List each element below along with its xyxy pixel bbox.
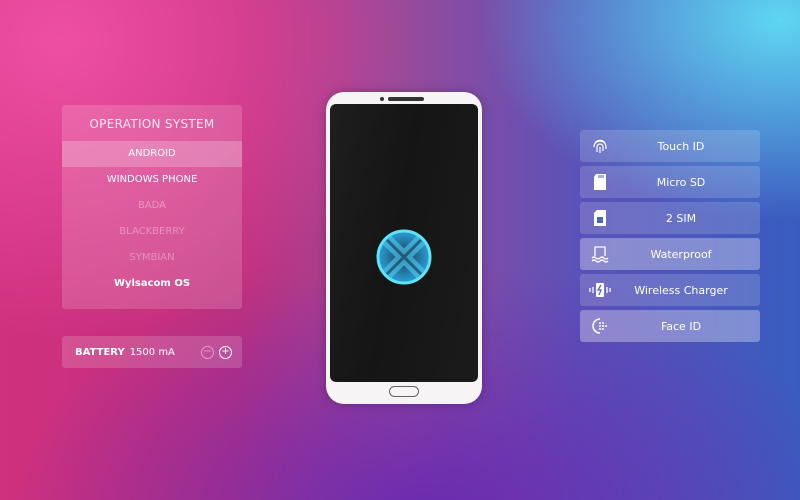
feature-2-sim[interactable]: 2 SIM	[580, 202, 760, 234]
fingerprint-icon	[593, 139, 607, 153]
front-camera	[380, 97, 384, 101]
os-option-blackberry[interactable]: BLACKBERRY	[62, 219, 242, 245]
feature-label: Waterproof	[650, 247, 712, 261]
feature-label: Wireless Charger	[634, 283, 728, 297]
os-option-bada[interactable]: BADA	[62, 193, 242, 219]
battery-label: BATTERY	[75, 346, 125, 358]
feature-label: 2 SIM	[665, 211, 697, 225]
speaker-grille	[388, 97, 424, 101]
battery-decrease-button[interactable]: −	[201, 345, 214, 359]
home-button	[389, 386, 419, 397]
os-option-windows-phone[interactable]: WINDOWS PHONE	[62, 167, 242, 193]
feature-label: Micro SD	[656, 175, 706, 189]
sd-card-icon	[594, 174, 606, 190]
waterproof-icon	[591, 246, 609, 263]
feature-micro-sd[interactable]: Micro SD	[580, 166, 760, 198]
battery-panel: BATTERY 1500 mA − +	[62, 336, 242, 368]
battery-value: 1500 mA	[129, 346, 175, 358]
feature-waterproof[interactable]: Waterproof	[580, 238, 760, 270]
face-id-icon	[592, 318, 607, 334]
phone-preview	[326, 92, 482, 404]
feature-label: Touch ID	[657, 139, 705, 153]
phone-screen	[330, 104, 478, 382]
sim-card-icon	[594, 210, 606, 226]
battery-increase-button[interactable]: +	[219, 345, 232, 359]
feature-touch-id[interactable]: Touch ID	[580, 130, 760, 162]
os-option-wylsacom[interactable]: Wylsacom OS	[62, 271, 242, 297]
wireless-charger-icon	[589, 283, 611, 297]
os-panel-title: OPERATION SYSTEM	[89, 117, 215, 131]
feature-label: Face ID	[660, 319, 702, 333]
feature-face-id[interactable]: Face ID	[580, 310, 760, 342]
os-option-symbian[interactable]: SYMBIAN	[62, 245, 242, 271]
os-option-android[interactable]: ANDROID	[62, 141, 242, 167]
feature-wireless-charger[interactable]: Wireless Charger	[580, 274, 760, 306]
operation-system-panel: OPERATION SYSTEM ANDROID WINDOWS PHONE B…	[62, 105, 242, 309]
os-logo-icon	[376, 229, 432, 285]
